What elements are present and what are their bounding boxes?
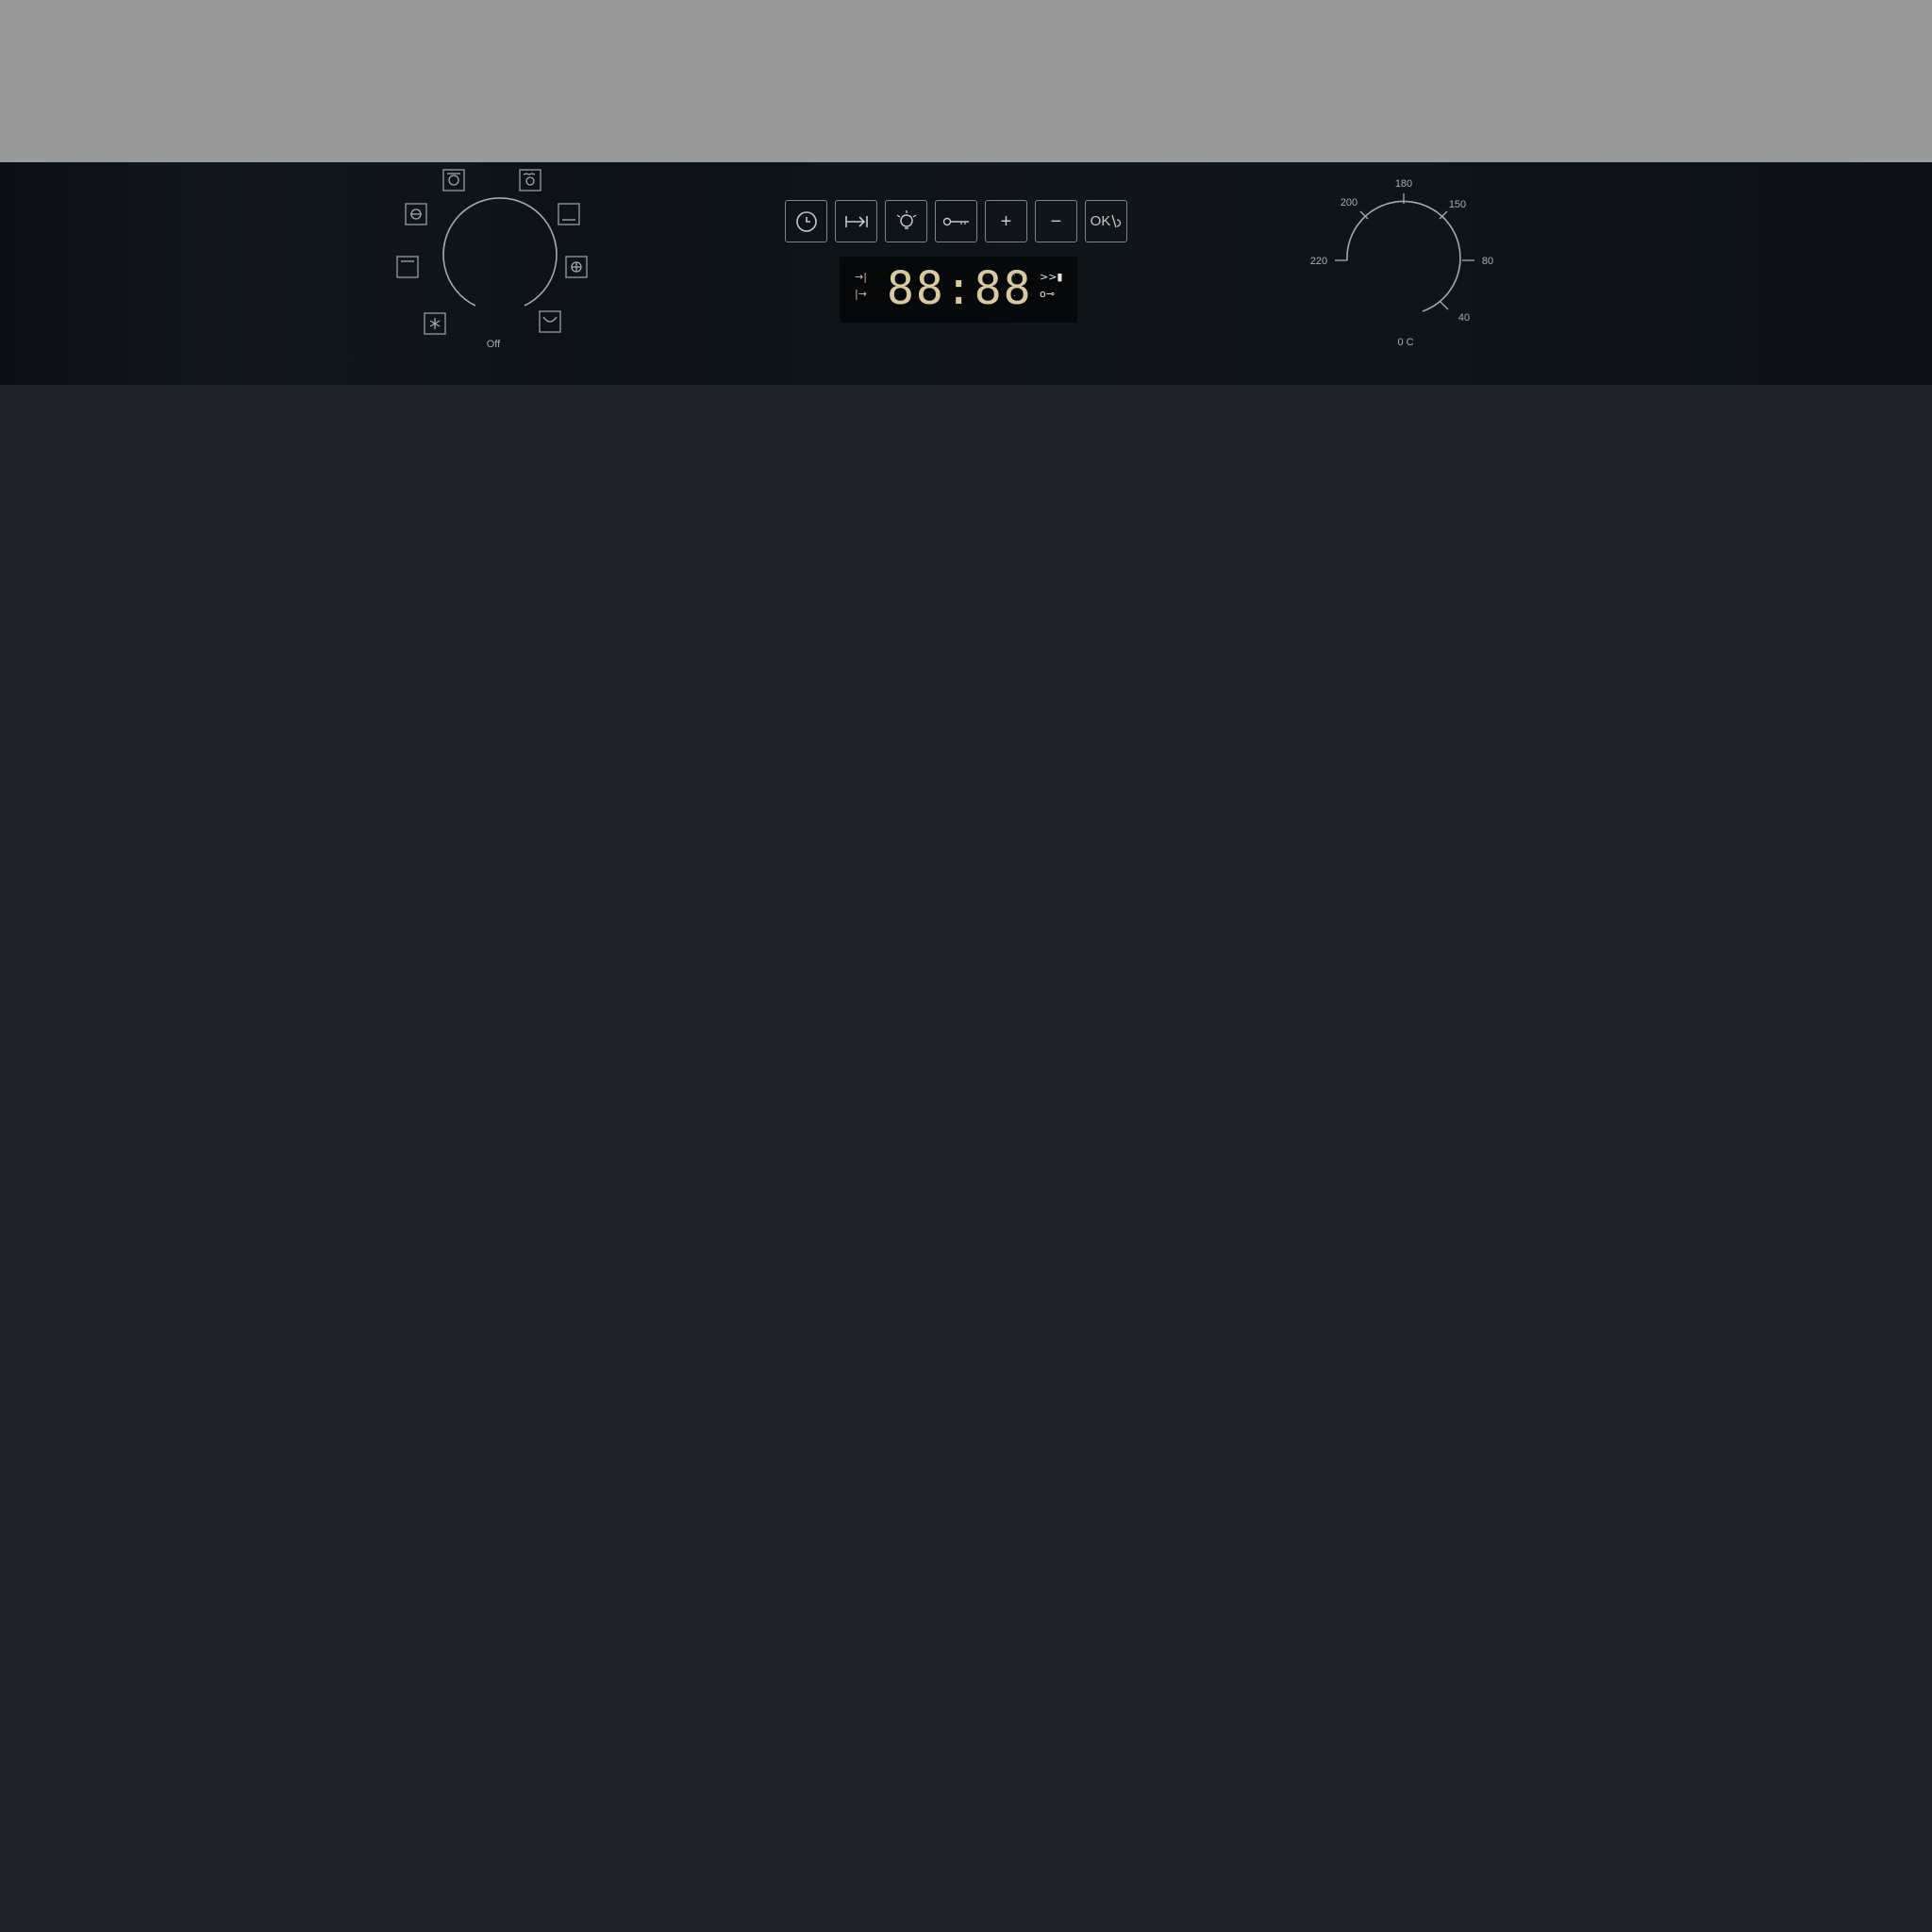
lock-indicator-icon: o⊸ — [1040, 288, 1055, 300]
function-dial[interactable]: Off — [387, 162, 604, 360]
duration-indicator-icon: |→ — [855, 288, 867, 300]
temp-scale-label: 220 — [1310, 256, 1327, 267]
power-icon — [1111, 214, 1122, 227]
display-segment-mark: · · — [1013, 270, 1022, 279]
bottom-heat-icon — [558, 203, 580, 225]
plus-label: + — [1000, 210, 1012, 232]
temp-unit-label: 0 C — [1397, 337, 1413, 348]
clock-button[interactable] — [785, 200, 827, 242]
display-segment-mark-lower: · — [1013, 291, 1016, 300]
temp-scale-label: 80 — [1482, 256, 1493, 267]
temp-scale-label: 200 — [1341, 197, 1357, 208]
function-dial-knob[interactable] — [442, 197, 558, 307]
top-heat-icon — [565, 256, 588, 278]
plus-button[interactable]: + — [985, 200, 1027, 242]
minus-button[interactable]: − — [1035, 200, 1077, 242]
top-band — [0, 0, 1932, 162]
clock-icon — [795, 210, 817, 232]
display-time: 88:88 — [887, 262, 1033, 315]
grill-icon — [539, 310, 561, 333]
fan-grill-icon — [519, 169, 541, 192]
ok-button[interactable]: OK — [1085, 200, 1127, 242]
timer-display: →| |→ 88:88 · · · >>▮ o⊸ — [840, 257, 1077, 323]
oven-door-body — [0, 385, 1932, 1932]
temperature-dial[interactable]: 180 150 80 40 200 220 0 C — [1292, 170, 1509, 358]
defrost-icon — [424, 312, 446, 335]
off-label: Off — [487, 339, 501, 350]
minus-label: − — [1050, 210, 1062, 232]
display-left-indicators: →| |→ — [855, 272, 867, 300]
end-time-indicator-icon: →| — [855, 271, 867, 283]
conventional-heat-icon — [405, 203, 427, 225]
light-button[interactable] — [885, 200, 927, 242]
temperature-dial-knob[interactable] — [1346, 200, 1461, 312]
fan-heat-icon — [396, 256, 419, 278]
touch-button-row: + − OK — [785, 200, 1127, 245]
cook-time-icon — [844, 215, 868, 227]
temp-scale-label: 180 — [1395, 178, 1412, 190]
ok-label: OK — [1090, 213, 1111, 229]
light-bulb-icon — [896, 209, 916, 229]
cook-time-button[interactable] — [835, 200, 877, 242]
temp-scale-label: 40 — [1458, 312, 1470, 324]
fan-oven-icon — [442, 169, 465, 192]
child-lock-button[interactable] — [935, 200, 977, 242]
display-right-indicators: >>▮ o⊸ — [1040, 272, 1063, 300]
key-lock-icon — [942, 217, 969, 225]
temp-scale-label: 150 — [1449, 199, 1466, 210]
fast-heat-indicator-icon: >>▮ — [1040, 271, 1063, 283]
